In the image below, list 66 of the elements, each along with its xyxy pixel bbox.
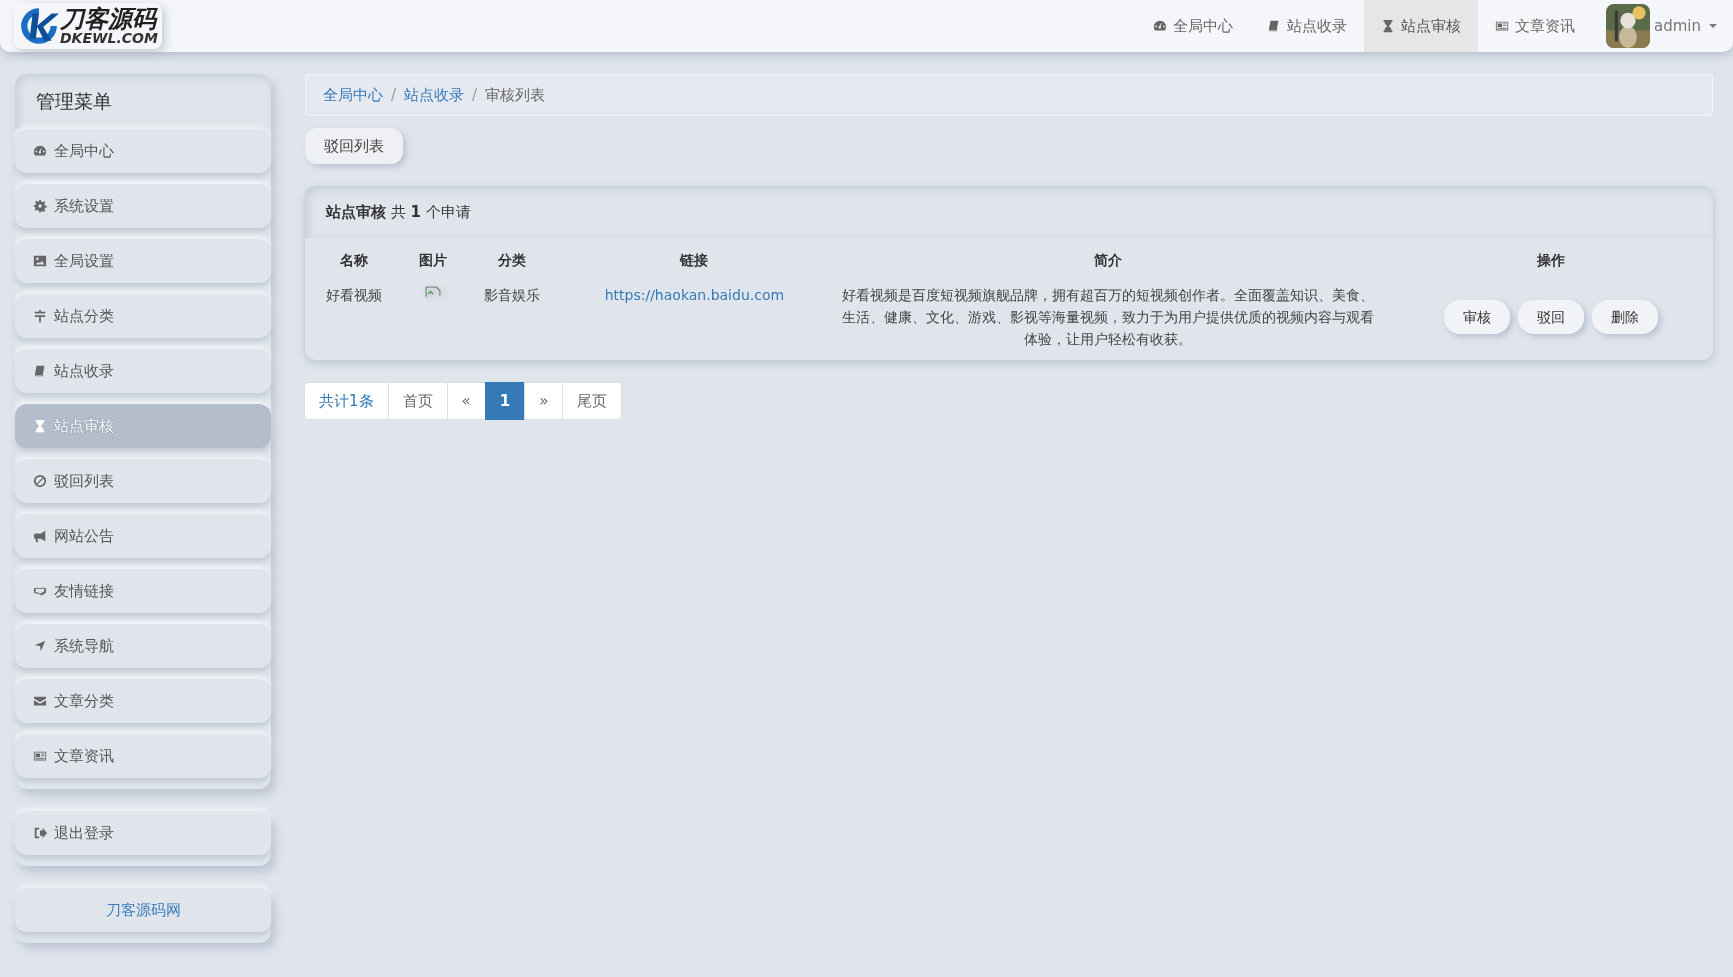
nav-link[interactable]: 站点收录 (1250, 0, 1364, 52)
sidebar-item[interactable]: 系统设置 (15, 184, 271, 228)
column-header: 操作 (1536, 252, 1565, 268)
action-button[interactable]: 审核 (1443, 300, 1510, 334)
book-icon (33, 364, 47, 378)
sidebar-item[interactable]: 文章分类 (15, 679, 271, 723)
sidebar-item[interactable]: 网站公告 (15, 514, 271, 558)
table-cell: 好看视频是百度短视频旗舰品牌，拥有超百万的短视频创作者。全面覆盖知识、美食、生活、健康、文化、游戏、影视等海量视频，致力于为用户提供优质的视频内容与观看体验，让用户轻松有收获。 (842, 287, 1375, 347)
total-count[interactable]: 共计1条 (304, 382, 389, 420)
dashboard-icon (1153, 19, 1167, 33)
panel-title: 站点审核 共 1 个申请 (326, 202, 471, 222)
hourglass-icon (1381, 19, 1395, 33)
gear-icon (33, 199, 47, 213)
caret-icon (1709, 24, 1717, 28)
page-link[interactable]: 1 (484, 382, 526, 420)
sidebar-item[interactable]: 全局设置 (15, 239, 271, 283)
image-icon (33, 254, 47, 268)
book-icon (1267, 19, 1281, 33)
page-link[interactable]: 尾页 (562, 382, 623, 420)
nav-link[interactable]: 站点审核 (1364, 0, 1478, 52)
table-cell: 好看视频 (326, 287, 383, 303)
megaphone-icon (33, 529, 47, 543)
column-header: 分类 (498, 252, 527, 268)
newspaper-icon (1495, 19, 1509, 33)
nav-link[interactable]: 文章资讯 (1478, 0, 1592, 52)
column-header: 图片 (419, 252, 448, 268)
column-header: 名称 (340, 252, 369, 268)
navigation-icon (33, 639, 47, 653)
breadcrumb-separator: / (391, 86, 397, 104)
page-link[interactable]: 首页 (387, 382, 448, 420)
page-link[interactable]: » (524, 382, 564, 420)
breadcrumb-link[interactable]: 全局中心 (323, 85, 383, 105)
logo-icon (18, 5, 60, 47)
envelope-icon (33, 694, 47, 708)
breadcrumb-separator: / (472, 86, 478, 104)
user-menu[interactable]: admin (1654, 17, 1717, 35)
sidebar-item[interactable]: 系统导航 (15, 624, 271, 668)
page-link[interactable]: « (446, 382, 486, 420)
tab-button[interactable]: 驳回列表 (305, 128, 403, 164)
logo-subtitle: DKEWL.COM (60, 31, 158, 45)
breadcrumb-link[interactable]: 站点收录 (404, 85, 465, 105)
logo-title: 刀客源码 (60, 7, 158, 31)
logo[interactable]: 刀客源码 DKEWL.COM (14, 3, 162, 49)
action-button[interactable]: 驳回 (1517, 300, 1584, 334)
action-button[interactable]: 删除 (1591, 300, 1658, 334)
breadcrumb-current: 审核列表 (485, 85, 546, 105)
sidebar-item[interactable]: 站点分类 (15, 294, 271, 338)
sidebar-item[interactable]: 文章资讯 (15, 734, 271, 778)
menu-title: 管理菜单 (15, 74, 271, 129)
column-header: 链接 (680, 252, 709, 268)
ban-icon (33, 474, 47, 488)
dashboard-icon (33, 144, 47, 158)
site-link[interactable]: https://haokan.baidu.com (604, 287, 785, 303)
hourglass-icon (33, 419, 47, 433)
logout-item[interactable]: 退出登录 (15, 811, 271, 855)
logout-icon (33, 826, 47, 840)
sidebar-item[interactable]: 全局中心 (15, 129, 271, 173)
sidebar-item[interactable]: 驳回列表 (15, 459, 271, 503)
sidebar-item[interactable]: 站点收录 (15, 349, 271, 393)
column-header: 简介 (1094, 252, 1123, 268)
newspaper-icon (33, 749, 47, 763)
nav-link[interactable]: 全局中心 (1136, 0, 1250, 52)
signpost-icon (33, 309, 47, 323)
sidebar-item[interactable]: 友情链接 (15, 569, 271, 613)
table-cell: 影音娱乐 (484, 287, 541, 303)
site-link[interactable]: 刀客源码网 (15, 888, 271, 932)
